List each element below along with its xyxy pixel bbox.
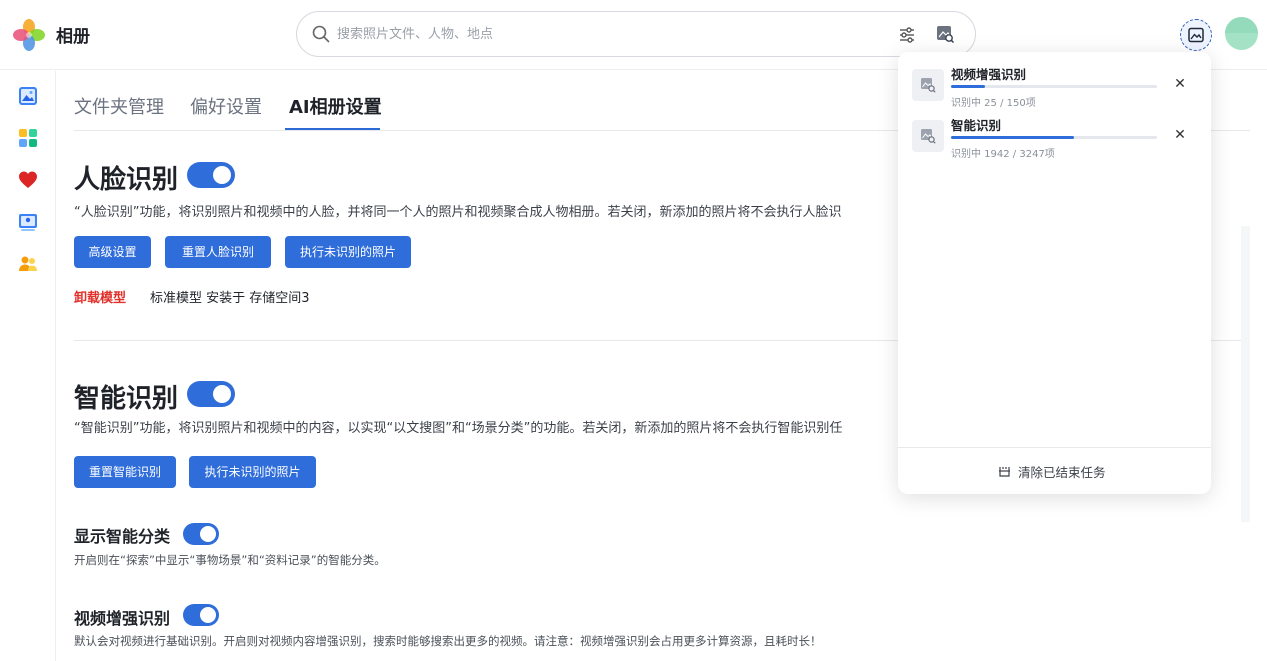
task-progress-bar xyxy=(951,85,1157,88)
smart-recognition-title: 智能识别 xyxy=(74,384,179,414)
user-avatar[interactable] xyxy=(1225,17,1258,50)
tab-ai-album-settings[interactable]: AI相册设置 xyxy=(289,93,382,119)
uninstall-model-link[interactable]: 卸载模型 xyxy=(74,287,126,306)
process-unrecognized-photos-button[interactable]: 执行未识别的照片 xyxy=(285,236,411,268)
app-title: 相册 xyxy=(56,27,90,47)
clear-finished-tasks-label: 清除已结束任务 xyxy=(1018,465,1106,480)
face-recognition-title: 人脸识别 xyxy=(74,165,179,195)
process-unrecognized-photos-smart-button[interactable]: 执行未识别的照片 xyxy=(189,456,316,488)
tab-preferences[interactable]: 偏好设置 xyxy=(190,93,262,119)
photos-app: 相册 搜索照片文件、人物、地点 文件夹管理 偏好设置 AI相册设置 人脸识别 “… xyxy=(0,0,1267,661)
search-input[interactable] xyxy=(337,22,877,46)
filter-sliders-icon[interactable] xyxy=(897,25,917,45)
sidebar-photos-icon[interactable] xyxy=(18,86,38,106)
face-recognition-description: “人脸识别”功能，将识别照片和视频中的人脸，并将同一个人的照片和视频聚合成人物相… xyxy=(74,205,842,220)
task-progress-fill xyxy=(951,136,1075,139)
task-progress-fill xyxy=(951,85,986,88)
model-info: 标准模型 安装于 存储空间3 xyxy=(150,291,310,306)
task-image-icon xyxy=(912,69,944,101)
image-search-icon[interactable] xyxy=(935,24,955,44)
tab-folder-management[interactable]: 文件夹管理 xyxy=(74,93,164,119)
task-status: 识别中 1942 / 3247项 xyxy=(951,149,1055,160)
popover-divider xyxy=(898,447,1211,448)
task-name: 智能识别 xyxy=(951,118,1002,133)
background-tasks-button[interactable] xyxy=(1180,19,1212,51)
image-task-icon xyxy=(1188,27,1204,43)
video-enhance-title: 视频增强识别 xyxy=(74,609,171,628)
reset-smart-recognition-button[interactable]: 重置智能识别 xyxy=(74,456,176,488)
sidebar xyxy=(0,71,56,661)
show-smart-category-title: 显示智能分类 xyxy=(74,527,171,546)
app-logo-icon xyxy=(13,19,45,51)
video-enhance-description: 默认会对视频进行基础识别。开启则对视频内容增强识别，搜索时能够搜索出更多的视频。… xyxy=(74,634,822,648)
smart-recognition-toggle[interactable] xyxy=(187,381,235,407)
smart-recognition-description: “智能识别”功能，将识别照片和视频中的内容，以实现“以文搜图”和“场景分类”的功… xyxy=(74,421,843,436)
search-icon xyxy=(312,25,330,43)
video-enhance-toggle[interactable] xyxy=(183,604,219,626)
show-smart-category-toggle[interactable] xyxy=(183,523,219,545)
sidebar-albums-icon[interactable] xyxy=(18,128,38,148)
sidebar-people-icon[interactable] xyxy=(18,254,38,274)
sidebar-shared-icon[interactable] xyxy=(18,212,38,232)
task-item: 智能识别 识别中 1942 / 3247项 ✕ xyxy=(898,103,1211,160)
background-tasks-popover: 视频增强识别 识别中 25 / 150项 ✕ 智能识别 识别中 1942 / 3… xyxy=(898,52,1211,494)
advanced-settings-button[interactable]: 高级设置 xyxy=(74,236,151,268)
show-smart-category-description: 开启则在“探索”中显示“事物场景”和“资料记录”的智能分类。 xyxy=(74,553,386,567)
active-tab-indicator xyxy=(285,128,380,130)
face-recognition-toggle[interactable] xyxy=(187,162,235,188)
task-item: 视频增强识别 识别中 25 / 150项 ✕ xyxy=(898,52,1211,109)
task-name: 视频增强识别 xyxy=(951,67,1027,82)
reset-face-recognition-button[interactable]: 重置人脸识别 xyxy=(165,236,271,268)
scrollbar-track[interactable] xyxy=(1241,226,1250,522)
task-progress-bar xyxy=(951,136,1157,139)
close-icon[interactable]: ✕ xyxy=(1172,76,1188,92)
task-image-icon xyxy=(912,120,944,152)
clear-icon xyxy=(999,467,1010,477)
search-bar[interactable] xyxy=(296,11,976,57)
sidebar-favorites-heart-icon[interactable] xyxy=(18,170,38,190)
close-icon[interactable]: ✕ xyxy=(1172,127,1188,143)
